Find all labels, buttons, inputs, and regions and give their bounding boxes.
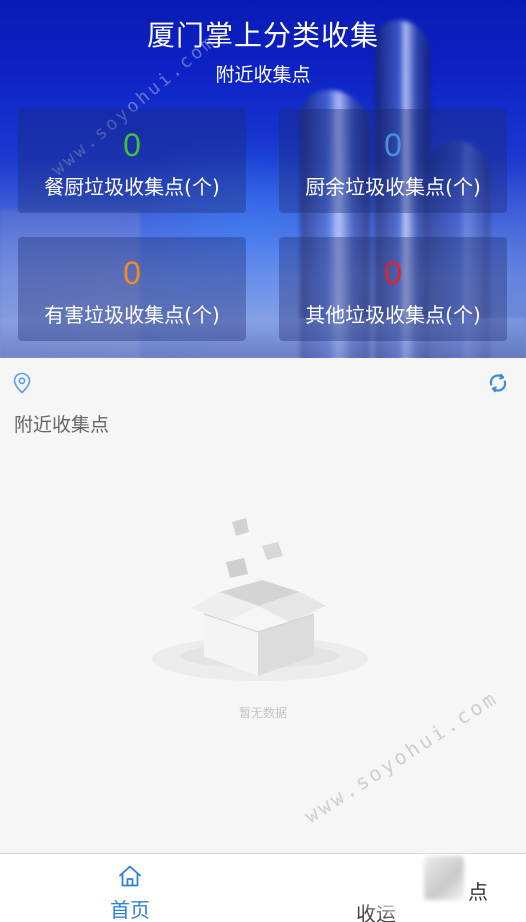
stat-card-other-waste[interactable]: 0 其他垃圾收集点(个) bbox=[279, 237, 507, 341]
page-subtitle: 附近收集点 bbox=[215, 64, 311, 86]
stat-label: 有害垃圾收集点(个) bbox=[44, 303, 220, 327]
section-title: 附近收集点 bbox=[14, 414, 110, 436]
tab-home[interactable]: 首页 bbox=[30, 854, 230, 922]
stat-card-hazardous-waste[interactable]: 0 有害垃圾收集点(个) bbox=[18, 237, 246, 341]
stat-card-kitchen-waste[interactable]: 0 餐厨垃圾收集点(个) bbox=[18, 109, 246, 213]
stat-label: 餐厨垃圾收集点(个) bbox=[44, 175, 220, 199]
location-pin-icon[interactable] bbox=[12, 372, 32, 394]
stat-value: 0 bbox=[123, 255, 141, 291]
stat-value: 0 bbox=[384, 127, 402, 163]
home-icon bbox=[119, 865, 141, 887]
refresh-icon[interactable] bbox=[487, 372, 509, 394]
stat-value: 0 bbox=[384, 255, 402, 291]
tab-collection-points[interactable]: 收运 点 bbox=[296, 854, 496, 922]
stat-label: 厨余垃圾收集点(个) bbox=[305, 175, 481, 199]
stat-value: 0 bbox=[123, 127, 141, 163]
page-title: 厦门掌上分类收集 bbox=[146, 19, 379, 52]
tab-collection-label-suffix: 点 bbox=[468, 880, 488, 904]
hero-banner: www.soyohui.com 厦门掌上分类收集 附近收集点 0 餐厨垃圾收集点… bbox=[0, 0, 526, 358]
stat-card-food-waste[interactable]: 0 厨余垃圾收集点(个) bbox=[279, 109, 507, 213]
bottom-tab-bar: 首页 收运 点 bbox=[0, 853, 526, 922]
empty-box-illustration bbox=[152, 518, 368, 681]
nearby-section: 附近收集点 暂无数据 www.soyohui.com bbox=[0, 358, 526, 853]
app-screen: www.soyohui.com 厦门掌上分类收集 附近收集点 0 餐厨垃圾收集点… bbox=[0, 0, 526, 922]
tab-home-label: 首页 bbox=[110, 898, 150, 922]
stat-label: 其他垃圾收集点(个) bbox=[305, 303, 481, 327]
watermark-smudge bbox=[424, 856, 464, 900]
